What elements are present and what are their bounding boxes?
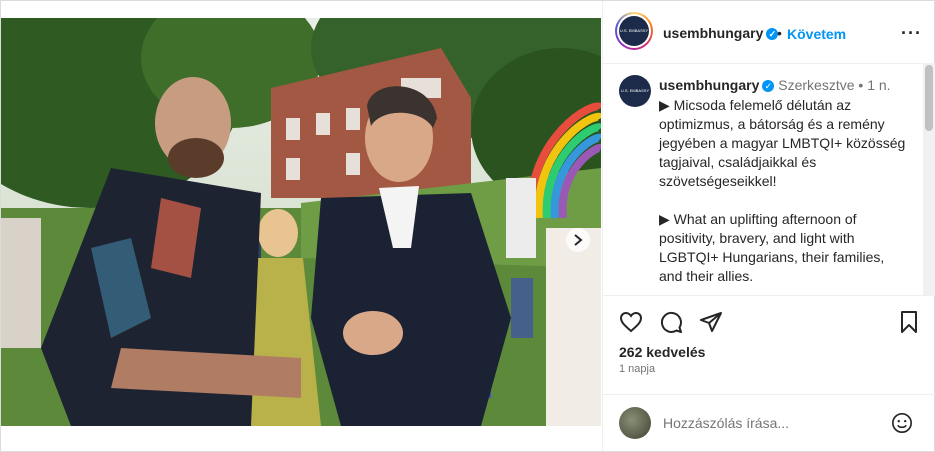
caption-header: usembhungary ✓ Szerkesztve • 1 n. <box>659 77 891 93</box>
post-header: U.S. EMBASSY Budapest usembhungary ✓ • Kö… <box>603 1 935 64</box>
story-ring[interactable]: U.S. EMBASSY Budapest <box>615 12 653 63</box>
post-photo[interactable] <box>1 18 601 426</box>
caption-username[interactable]: usembhungary <box>659 77 759 93</box>
share-icon[interactable] <box>699 310 723 334</box>
meta-separator: • <box>858 77 868 93</box>
post-dialog: U.S. EMBASSY Budapest usembhungary ✓ • Kö… <box>0 0 935 452</box>
carousel-next-button[interactable] <box>566 228 590 252</box>
separator-dot: • <box>777 25 782 41</box>
caption-area: U.S. EMBASSY Budapest usembhungary ✓ Szer… <box>603 63 923 295</box>
caption-avatar[interactable]: U.S. EMBASSY Budapest <box>619 75 651 125</box>
comment-bar <box>603 394 935 452</box>
header-username[interactable]: usembhungary ✓ <box>663 25 779 41</box>
caption-paragraph-hu: ▶ Micsoda felemelő délután az optimizmus… <box>659 97 906 189</box>
viewer-avatar <box>619 407 651 439</box>
more-icon[interactable]: ··· <box>901 23 922 44</box>
caption-time[interactable]: 1 n. <box>867 77 890 93</box>
edited-label: Szerkesztve <box>778 77 855 93</box>
photo-illustration <box>1 18 601 426</box>
scrollbar-thumb[interactable] <box>925 65 933 131</box>
like-count[interactable]: 262 kedvelés <box>619 344 705 360</box>
comment-input[interactable] <box>663 415 883 431</box>
emoji-icon[interactable] <box>891 412 913 434</box>
caption-text: ▶ Micsoda felemelő délután az optimizmus… <box>659 96 911 295</box>
posted-ago[interactable]: 1 napja <box>619 363 655 375</box>
caption-paragraph-en: ▶ What an uplifting afternoon of positiv… <box>659 211 885 284</box>
comment-icon[interactable] <box>659 310 683 334</box>
bookmark-icon[interactable] <box>897 310 921 334</box>
post-side-panel: U.S. EMBASSY Budapest usembhungary ✓ • Kö… <box>602 1 935 451</box>
action-bar <box>603 295 935 346</box>
avatar: U.S. EMBASSY Budapest <box>619 16 649 63</box>
username-text[interactable]: usembhungary <box>663 25 763 41</box>
verified-icon: ✓ <box>762 80 775 93</box>
following-button[interactable]: Követem <box>787 26 846 42</box>
caption-scrollbar[interactable] <box>923 63 935 295</box>
chevron-right-icon <box>574 234 583 246</box>
heart-icon[interactable] <box>619 310 643 334</box>
